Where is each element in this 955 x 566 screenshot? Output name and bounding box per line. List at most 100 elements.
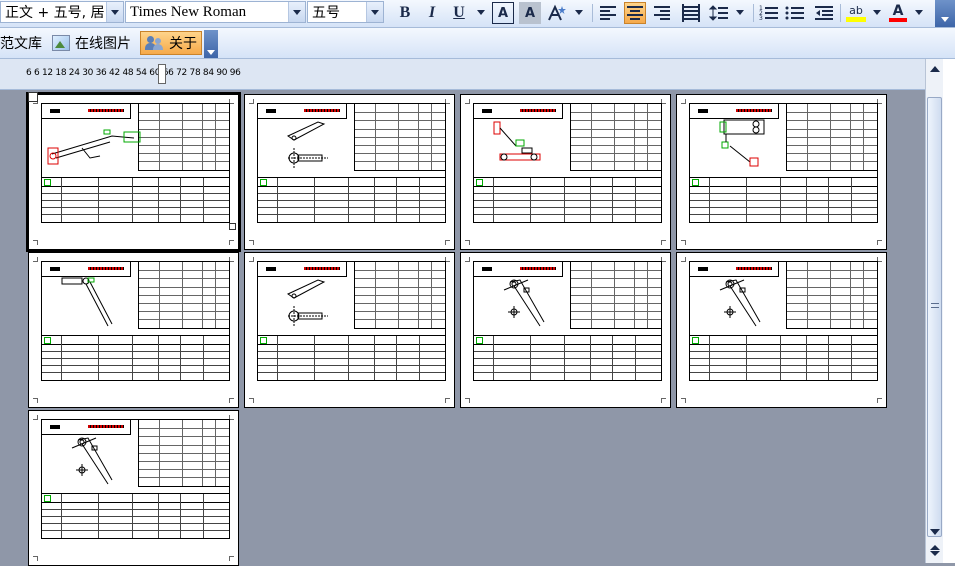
title-cell: [690, 262, 779, 277]
title-cell: [42, 262, 131, 277]
table-row-line: [690, 344, 877, 345]
online-images-button[interactable]: 在线图片: [52, 31, 131, 55]
next-page-icon[interactable]: [930, 551, 940, 556]
table-column-line: [862, 262, 864, 328]
horizontal-ruler[interactable]: 6 6 12 18 24 30 36 42 48 54 60 66 72 78 …: [0, 59, 925, 90]
char-shading-button[interactable]: A: [519, 2, 541, 24]
page-thumbnail[interactable]: [676, 252, 887, 408]
bottom-table: [690, 177, 877, 222]
align-left-icon[interactable]: [597, 2, 619, 24]
svg-text:3: 3: [759, 15, 763, 22]
table-row-line: [690, 186, 877, 187]
table-row-line: [42, 186, 229, 187]
title-text-mark: [736, 109, 772, 112]
page-thumbnail[interactable]: [244, 252, 455, 408]
table-row-line: [258, 344, 445, 345]
addin-toolbar: 范文库 在线图片 关于: [0, 28, 955, 59]
bottom-table: [42, 335, 229, 380]
previous-page-icon[interactable]: [930, 545, 940, 550]
template-library-button[interactable]: 范文库: [0, 31, 42, 55]
page-thumbnail[interactable]: [460, 94, 671, 250]
vertical-scrollbar[interactable]: [925, 59, 944, 563]
table-green-mark: [44, 495, 51, 502]
style-value: 正文 + 五号, 居: [5, 5, 105, 21]
line-spacing-dropdown-arrow[interactable]: [736, 10, 744, 15]
table-column-line: [850, 178, 852, 222]
table-row-line: [42, 358, 229, 359]
text-effects-icon[interactable]: [546, 2, 568, 24]
font-color-icon[interactable]: A: [887, 2, 909, 24]
drawing-frame: [257, 103, 446, 223]
font-dropdown-arrow[interactable]: [288, 2, 305, 22]
table-row-line: [474, 365, 661, 366]
size-combo[interactable]: 五号: [307, 1, 384, 23]
page-thumbnail[interactable]: [26, 92, 241, 252]
crop-mark: [33, 415, 38, 420]
mechanism-drawing: [47, 129, 141, 165]
table-row-line: [42, 372, 229, 373]
title-block-mark: [50, 267, 60, 271]
page-thumbnail[interactable]: [244, 94, 455, 250]
resize-handle-icon[interactable]: [229, 223, 236, 230]
table-green-mark: [692, 179, 699, 186]
mechanism-drawing: [503, 279, 545, 327]
title-cell: [258, 262, 347, 277]
about-button[interactable]: 关于: [140, 31, 202, 55]
char-border-button[interactable]: A: [492, 2, 514, 24]
table-row-line: [690, 372, 877, 373]
bulleted-list-icon[interactable]: [784, 2, 806, 24]
line-spacing-icon[interactable]: [708, 2, 730, 24]
page-thumbnail[interactable]: [28, 252, 239, 408]
ruler-indent-marker[interactable]: [158, 64, 166, 84]
users-icon: [145, 35, 165, 51]
underline-dropdown-arrow[interactable]: [477, 10, 485, 15]
table-column-line: [60, 494, 62, 538]
numbered-list-icon[interactable]: 123: [758, 2, 780, 24]
font-color-dropdown-arrow[interactable]: [915, 10, 923, 15]
table-column-line: [830, 262, 832, 328]
decrease-indent-icon[interactable]: [813, 2, 835, 24]
crop-mark: [681, 240, 686, 245]
table-row-line: [258, 358, 445, 359]
font-combo[interactable]: Times New Roman: [125, 1, 306, 23]
scroll-up-arrow[interactable]: [930, 66, 940, 72]
ruler-numbers: 6 6 12 18 24 30 36 42 48 54 60 66 72 78 …: [26, 68, 241, 78]
table-move-handle-icon[interactable]: [28, 92, 38, 102]
title-text-mark: [304, 109, 340, 112]
page-thumbnail[interactable]: [460, 252, 671, 408]
scroll-down-arrow[interactable]: [930, 529, 940, 535]
table-column-line: [374, 104, 376, 170]
text-effects-dropdown-arrow[interactable]: [575, 10, 583, 15]
bold-button[interactable]: B: [394, 2, 416, 24]
page-thumbnail[interactable]: [676, 94, 887, 250]
toolbar-overflow-button[interactable]: [935, 0, 955, 27]
bottom-table: [258, 177, 445, 222]
page-thumbnail[interactable]: [28, 410, 239, 566]
mechanism-drawing: [719, 279, 761, 327]
process-info-table: [354, 262, 445, 329]
picture-icon: [52, 35, 70, 51]
table-row-line: [42, 351, 229, 352]
table-column-line: [430, 104, 432, 170]
align-right-icon[interactable]: [651, 2, 673, 24]
highlight-icon[interactable]: ab: [845, 2, 867, 24]
title-text-mark: [88, 267, 124, 270]
document-work-area[interactable]: [0, 90, 925, 566]
table-column-line: [614, 104, 616, 170]
table-column-line: [634, 178, 636, 222]
crop-mark: [229, 398, 234, 403]
size-dropdown-arrow[interactable]: [366, 2, 383, 22]
scroll-thumb[interactable]: [927, 97, 942, 537]
distributed-align-icon[interactable]: [680, 2, 702, 24]
addin-toolbar-overflow-button[interactable]: [204, 30, 218, 58]
table-column-line: [418, 262, 420, 328]
underline-button[interactable]: U: [448, 2, 470, 24]
align-center-icon[interactable]: [624, 2, 646, 24]
grip-icon: [931, 303, 939, 308]
table-column-line: [60, 178, 62, 222]
italic-button[interactable]: I: [421, 2, 443, 24]
style-dropdown-arrow[interactable]: [106, 2, 123, 22]
table-column-line: [634, 104, 636, 170]
highlight-dropdown-arrow[interactable]: [873, 10, 881, 15]
style-combo[interactable]: 正文 + 五号, 居: [0, 1, 124, 23]
